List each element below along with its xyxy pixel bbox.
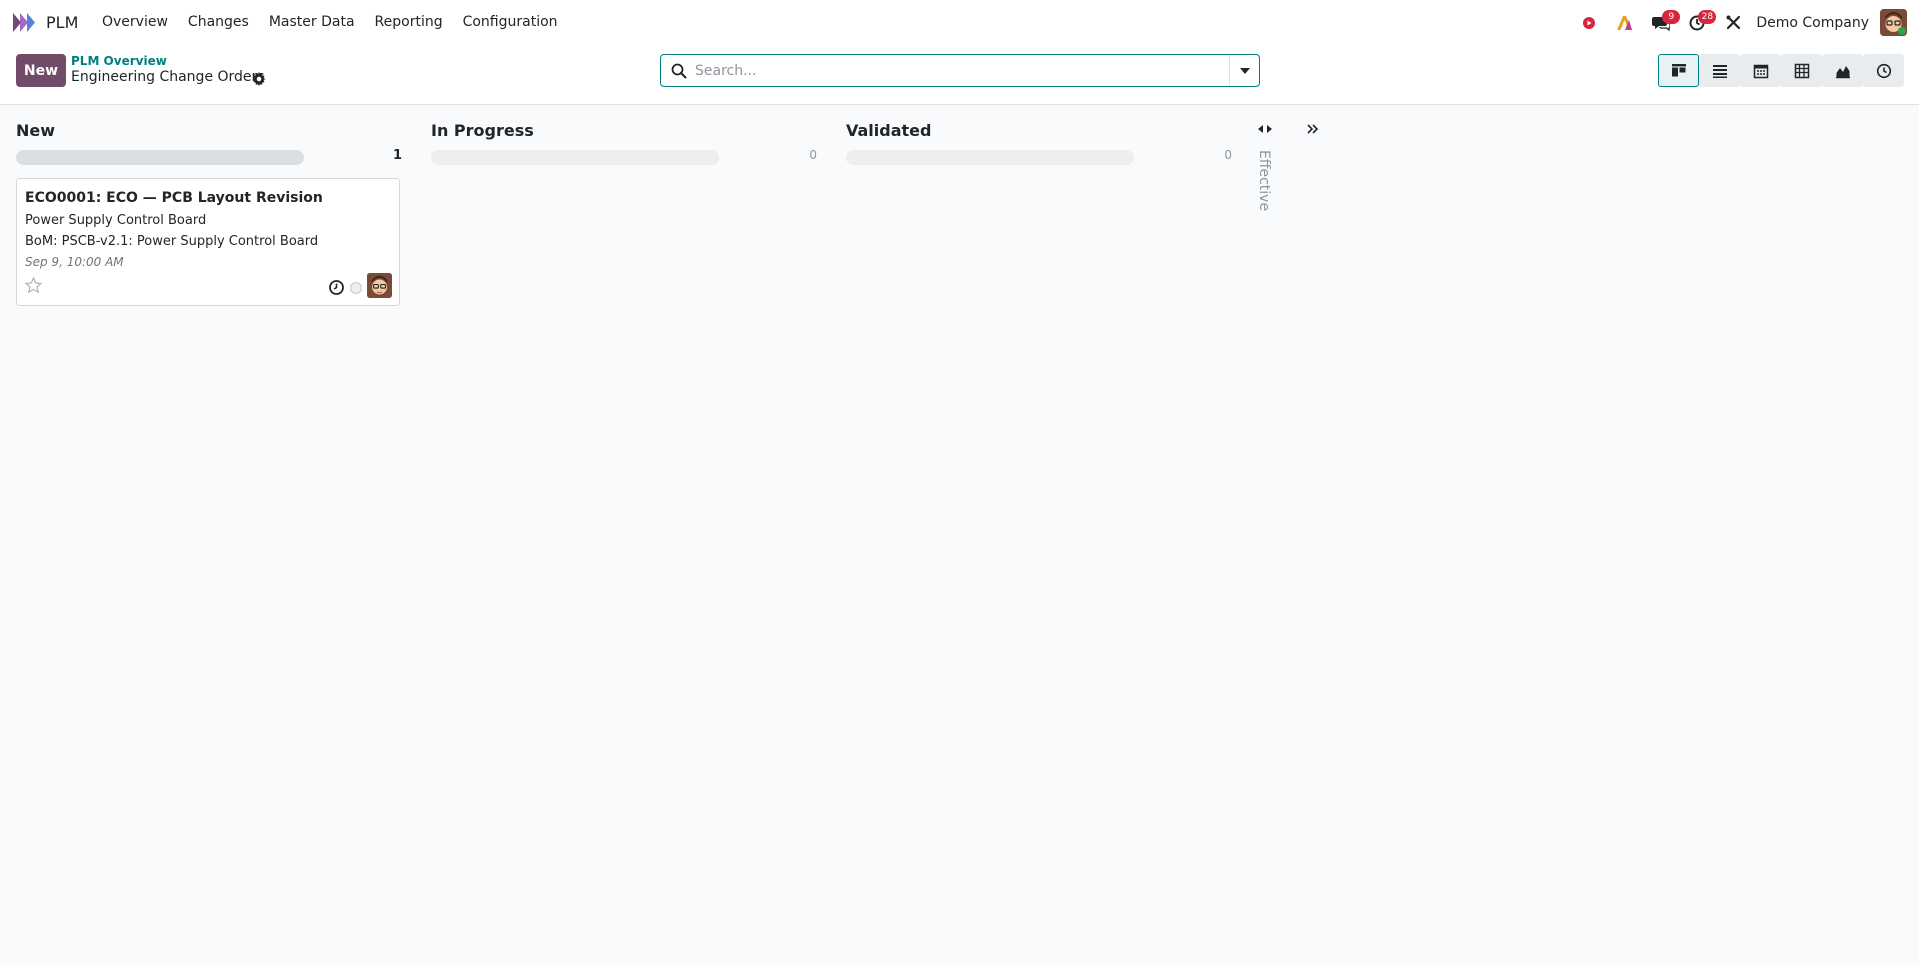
activity-clock-icon[interactable] bbox=[328, 279, 345, 296]
studio-icon[interactable] bbox=[1612, 10, 1638, 36]
menu-item-reporting[interactable]: Reporting bbox=[365, 0, 453, 45]
company-switcher[interactable]: Demo Company bbox=[1756, 15, 1869, 31]
calendar-view-button[interactable] bbox=[1740, 54, 1781, 87]
column-title[interactable]: New bbox=[16, 121, 55, 140]
pivot-view-button[interactable] bbox=[1781, 54, 1822, 87]
column-progress-bar[interactable] bbox=[16, 150, 304, 165]
progress-fill bbox=[16, 150, 304, 165]
card-bom: BoM: PSCB-v2.1: Power Supply Control Boa… bbox=[25, 234, 319, 249]
app-name[interactable]: PLM bbox=[46, 13, 78, 32]
gear-icon[interactable] bbox=[252, 72, 266, 86]
star-icon[interactable] bbox=[25, 277, 42, 294]
search-input[interactable] bbox=[695, 55, 1229, 86]
debug-tools-icon[interactable] bbox=[1720, 10, 1746, 36]
folded-column-title[interactable]: Effective bbox=[1256, 150, 1272, 211]
menu-item-configuration[interactable]: Configuration bbox=[453, 0, 568, 45]
clock-icon bbox=[1876, 63, 1891, 78]
kanban-view-button[interactable] bbox=[1658, 54, 1699, 87]
list-view-icon bbox=[1712, 64, 1727, 78]
menu-item-master-data[interactable]: Master Data bbox=[259, 0, 365, 45]
view-switcher bbox=[1658, 54, 1904, 87]
breadcrumb-plm-overview[interactable]: PLM Overview bbox=[71, 54, 167, 68]
messages-badge: 9 bbox=[1662, 9, 1681, 24]
search-bar bbox=[660, 54, 1260, 87]
double-chevron-right-icon[interactable] bbox=[1306, 122, 1320, 136]
column-title[interactable]: Validated bbox=[846, 121, 931, 140]
activities-badge: 28 bbox=[1698, 9, 1717, 24]
kanban-board: New 1 ECO0001: ECO — PCB Layout Revision… bbox=[0, 106, 1919, 965]
list-view-button[interactable] bbox=[1699, 54, 1740, 87]
messages-icon[interactable]: 9 bbox=[1648, 9, 1681, 36]
pivot-view-icon bbox=[1794, 63, 1809, 78]
column-count: 1 bbox=[392, 148, 402, 163]
systray: 9 28 Demo Company bbox=[1566, 0, 1919, 45]
activity-view-button[interactable] bbox=[1863, 54, 1904, 87]
activities-icon[interactable]: 28 bbox=[1684, 9, 1717, 36]
kanban-card[interactable]: ECO0001: ECO — PCB Layout Revision Power… bbox=[16, 178, 400, 306]
unfold-arrows-icon[interactable] bbox=[1257, 122, 1273, 136]
record-icon[interactable] bbox=[1576, 10, 1602, 36]
caret-down-icon bbox=[1239, 67, 1250, 74]
column-title[interactable]: In Progress bbox=[431, 121, 534, 140]
calendar-view-icon bbox=[1753, 64, 1768, 78]
top-navbar: PLM Overview Changes Master Data Reporti… bbox=[0, 0, 1919, 45]
card-product: Power Supply Control Board bbox=[25, 213, 207, 228]
menu-item-overview[interactable]: Overview bbox=[92, 0, 178, 45]
graph-view-button[interactable] bbox=[1822, 54, 1863, 87]
menu-item-changes[interactable]: Changes bbox=[178, 0, 259, 45]
user-avatar[interactable] bbox=[1880, 9, 1907, 36]
search-icon bbox=[671, 63, 687, 78]
new-button[interactable]: New bbox=[16, 54, 66, 87]
graph-view-icon bbox=[1835, 65, 1850, 78]
column-count: 0 bbox=[809, 148, 817, 162]
column-progress-bar[interactable] bbox=[431, 150, 719, 165]
kanban-state-icon[interactable] bbox=[350, 282, 362, 294]
card-date: Sep 9, 10:00 AM bbox=[25, 255, 124, 269]
page-title: Engineering Change Orders bbox=[71, 69, 265, 85]
assignee-avatar[interactable] bbox=[367, 273, 392, 298]
column-progress-bar[interactable] bbox=[846, 150, 1134, 165]
app-logo-icon[interactable] bbox=[13, 13, 39, 32]
main-menu: Overview Changes Master Data Reporting C… bbox=[92, 0, 568, 45]
kanban-view-icon bbox=[1671, 63, 1686, 76]
column-count: 0 bbox=[1224, 148, 1232, 162]
card-title: ECO0001: ECO — PCB Layout Revision bbox=[25, 190, 323, 206]
control-panel: New PLM Overview Engineering Change Orde… bbox=[0, 45, 1919, 105]
search-options-toggle[interactable] bbox=[1229, 55, 1259, 86]
